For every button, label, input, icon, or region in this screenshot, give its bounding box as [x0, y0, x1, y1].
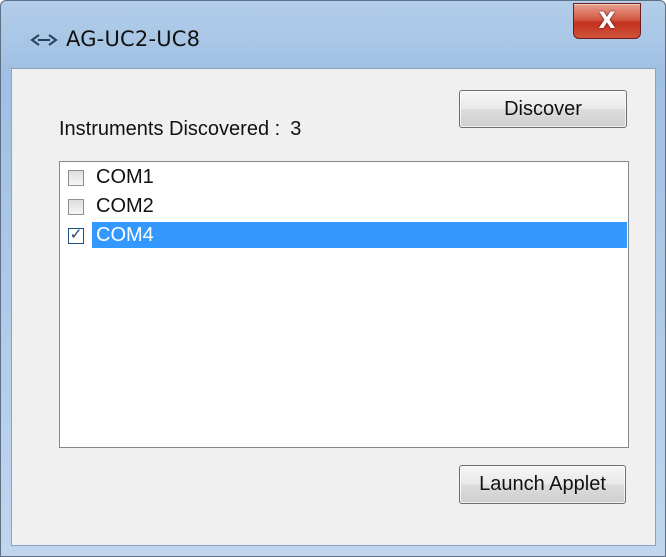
instruments-discovered-count: 3 — [290, 118, 302, 140]
checkmark-icon: ✓ — [69, 225, 83, 243]
port-label: COM1 — [96, 166, 154, 188]
instruments-discovered-label: Instruments Discovered : — [59, 118, 281, 140]
list-item[interactable]: ✓ COM4 — [61, 222, 627, 250]
list-item[interactable]: COM2 — [61, 193, 627, 221]
instruments-discovered: Instruments Discovered : 3 — [59, 118, 301, 141]
dialog-body: Instruments Discovered :3 Discover COM1 C… — [11, 68, 656, 546]
title-bar[interactable]: AG-UC2-UC8 X — [1, 1, 665, 67]
port-checkbox[interactable] — [68, 170, 84, 186]
port-label: COM4 — [92, 222, 627, 248]
port-checkbox[interactable] — [68, 199, 84, 215]
window-title: AG-UC2-UC8 — [66, 27, 201, 51]
close-button[interactable]: X — [573, 3, 641, 39]
port-list[interactable]: COM1 COM2 ✓ COM4 — [59, 161, 629, 448]
discover-button[interactable]: Discover — [459, 90, 627, 128]
list-item[interactable]: COM1 — [61, 164, 627, 192]
close-icon: X — [598, 8, 616, 34]
launch-applet-button[interactable]: Launch Applet — [459, 465, 626, 504]
port-checkbox[interactable]: ✓ — [68, 225, 84, 244]
port-label: COM2 — [96, 195, 154, 217]
app-window: AG-UC2-UC8 X Instruments Discovered : 3 D… — [0, 0, 666, 557]
connector-link-icon — [30, 34, 58, 46]
